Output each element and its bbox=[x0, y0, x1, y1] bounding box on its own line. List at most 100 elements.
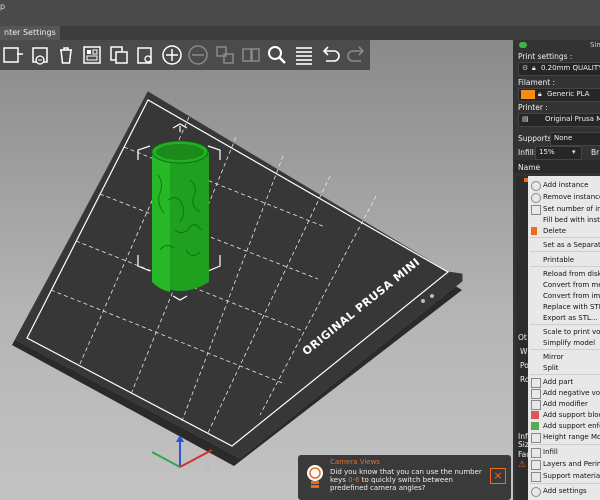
menu-item-reload-from-disk[interactable]: Reload from disk bbox=[528, 269, 600, 280]
height-range-icon bbox=[531, 433, 541, 443]
tab-bar: nter Settings bbox=[0, 26, 600, 40]
menu-item-convert-from-metric[interactable]: Convert from met bbox=[528, 280, 600, 291]
menu-bar: p bbox=[0, 0, 600, 26]
layers-editing-icon[interactable] bbox=[293, 43, 315, 67]
gear-icon: ⚙ bbox=[522, 64, 529, 72]
mode-indicator-icon[interactable] bbox=[519, 42, 527, 48]
delete-all-icon[interactable] bbox=[55, 43, 77, 67]
hint-body: Did you know that you can use the number… bbox=[330, 468, 482, 492]
printer-select[interactable]: ▤ Original Prusa MI bbox=[518, 113, 600, 127]
brim-label: Br bbox=[591, 148, 600, 157]
menu-item-convert-from-imperial[interactable]: Convert from imp bbox=[528, 291, 600, 302]
split-objects-icon[interactable] bbox=[213, 43, 235, 67]
3d-viewport[interactable]: ORIGINAL PRUSA MINI bbox=[0, 40, 513, 500]
printer-value: Original Prusa MI bbox=[545, 115, 600, 123]
menu-separator bbox=[530, 483, 600, 484]
lock-icon: 🔒︎ bbox=[532, 64, 536, 72]
menu-item-export-as-stl[interactable]: Export as STL... bbox=[528, 313, 600, 324]
menu-item-delete[interactable]: Delete bbox=[528, 226, 600, 237]
add-part-icon bbox=[531, 378, 541, 388]
menu-item-printable[interactable]: Printable bbox=[528, 255, 600, 266]
close-icon[interactable]: × bbox=[490, 468, 506, 484]
menu-item-replace-with-stl[interactable]: Replace with STL bbox=[528, 302, 600, 313]
search-icon[interactable] bbox=[266, 43, 288, 67]
menu-separator bbox=[530, 324, 600, 325]
layers-icon bbox=[531, 460, 541, 470]
menu-separator bbox=[530, 266, 600, 267]
context-menu: Add instance Remove instance Set number … bbox=[528, 176, 600, 500]
filament-color-swatch[interactable] bbox=[521, 90, 535, 99]
infill-value: 15% bbox=[539, 148, 555, 156]
support-blocker-icon bbox=[531, 411, 539, 419]
delete-icon[interactable] bbox=[28, 43, 50, 67]
mode-label[interactable]: Sim bbox=[590, 41, 600, 49]
print-bed-scene bbox=[12, 91, 463, 470]
menu-separator bbox=[530, 374, 600, 375]
printer-icon: ▤ bbox=[522, 115, 529, 123]
tab-printer-settings[interactable]: nter Settings bbox=[0, 26, 60, 40]
hint-title: Camera Views bbox=[330, 458, 380, 466]
menu-item-infill[interactable]: Infill bbox=[528, 447, 600, 458]
modifier-icon bbox=[531, 400, 541, 410]
menu-item-fragment[interactable]: p bbox=[0, 2, 5, 11]
menu-item-add-part[interactable]: Add part bbox=[528, 377, 600, 388]
menu-item-split[interactable]: Split bbox=[528, 363, 600, 374]
hint-keys: 0-6 bbox=[348, 476, 360, 484]
add-instance-icon bbox=[531, 181, 541, 191]
print-settings-value: 0.20mm QUALITY bbox=[541, 64, 600, 72]
print-settings-select[interactable]: ⚙ 🔒︎ 0.20mm QUALITY bbox=[518, 62, 600, 76]
support-enforcer-icon bbox=[531, 422, 539, 430]
menu-item-add-support-enforcer[interactable]: Add support enfo bbox=[528, 421, 600, 432]
infill-icon bbox=[531, 448, 541, 458]
negative-volume-icon bbox=[531, 389, 541, 399]
redo-icon[interactable] bbox=[345, 43, 367, 67]
menu-item-height-range-modifier[interactable]: Height range Mod bbox=[528, 432, 600, 443]
warning-icon: ⚠ bbox=[518, 460, 527, 470]
supports-value: None bbox=[554, 134, 573, 142]
chevron-down-icon: ▾ bbox=[572, 148, 576, 156]
add-instance-icon[interactable] bbox=[161, 43, 183, 67]
menu-separator bbox=[530, 444, 600, 445]
menu-item-set-number-of-instances[interactable]: Set number of ins bbox=[528, 204, 600, 215]
menu-item-add-support-blocker[interactable]: Add support bloc bbox=[528, 410, 600, 421]
print-settings-label: Print settings : bbox=[518, 52, 573, 61]
menu-item-add-negative-volume[interactable]: Add negative volu bbox=[528, 388, 600, 399]
menu-item-set-as-separate[interactable]: Set as a Separate bbox=[528, 240, 600, 251]
top-toolbar bbox=[0, 40, 370, 70]
remove-instance-icon[interactable] bbox=[187, 43, 209, 67]
instances-icon bbox=[531, 205, 541, 215]
menu-separator bbox=[530, 251, 600, 252]
name-column-header: Name bbox=[518, 163, 541, 172]
menu-item-fill-bed[interactable]: Fill bed with insta bbox=[528, 215, 600, 226]
panel-fragment-world: W bbox=[520, 347, 528, 356]
lock-icon: 🔒︎ bbox=[538, 90, 542, 98]
infill-select[interactable]: 15% ▾ bbox=[535, 146, 582, 160]
menu-item-simplify-model[interactable]: Simplify model bbox=[528, 338, 600, 349]
paste-icon[interactable] bbox=[134, 43, 156, 67]
menu-item-add-modifier[interactable]: Add modifier bbox=[528, 399, 600, 410]
menu-item-remove-instance[interactable]: Remove instance bbox=[528, 192, 600, 203]
filament-label: Filament : bbox=[518, 78, 556, 87]
supports-label: Supports: bbox=[518, 134, 555, 143]
supports-select[interactable]: None bbox=[550, 132, 600, 146]
menu-item-add-instance[interactable]: Add instance bbox=[528, 180, 600, 191]
menu-item-add-settings[interactable]: Add settings bbox=[528, 486, 600, 497]
remove-instance-icon bbox=[531, 193, 541, 203]
add-icon[interactable] bbox=[2, 43, 24, 67]
menu-item-mirror[interactable]: Mirror bbox=[528, 352, 600, 363]
support-material-icon bbox=[531, 472, 541, 482]
menu-item-scale-to-print-volume[interactable]: Scale to print volu bbox=[528, 327, 600, 338]
panel-fragment-object-manipulation: Ot bbox=[518, 333, 527, 342]
menu-item-layers-and-perimeters[interactable]: Layers and Perime bbox=[528, 459, 600, 470]
arrange-icon[interactable] bbox=[81, 43, 103, 67]
trash-icon bbox=[531, 227, 537, 235]
filament-value: Generic PLA bbox=[547, 90, 590, 98]
undo-icon[interactable] bbox=[319, 43, 341, 67]
menu-separator bbox=[530, 349, 600, 350]
menu-item-support-material[interactable]: Support material bbox=[528, 471, 600, 482]
infill-label: Infill: bbox=[518, 148, 537, 157]
copy-icon[interactable] bbox=[108, 43, 130, 67]
gear-icon bbox=[531, 487, 541, 497]
filament-select[interactable]: 🔒︎ Generic PLA bbox=[518, 88, 600, 102]
split-parts-icon[interactable] bbox=[240, 43, 262, 67]
